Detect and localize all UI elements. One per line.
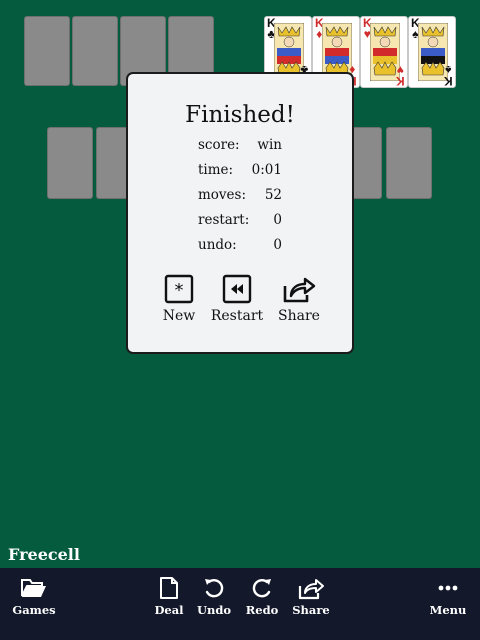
document-icon [160,577,178,599]
finished-dialog: Finished! score: win time: 0:01 moves: 5… [126,72,354,354]
stat-label: score: [198,137,240,153]
freecell-slot[interactable] [72,16,118,86]
share-icon [283,277,316,303]
foundation-card-spades[interactable]: K ♠ K ♠ [408,16,456,88]
stat-value: 0:01 [251,162,282,178]
stat-label: moves: [198,187,247,203]
stat-label: restart: [198,212,250,228]
bottom-toolbar: Games Deal Undo Redo Share Menu [0,568,480,640]
asterisk-box-icon: * [164,274,194,304]
redo-icon [252,579,271,598]
share-icon [298,579,324,600]
stat-score: score: win [128,137,352,157]
svg-text:*: * [175,280,184,301]
tableau-slot[interactable] [386,127,432,199]
stat-restart: restart: 0 [128,212,352,232]
share-button[interactable]: Share [283,576,339,617]
share-label: Share [292,603,330,617]
rewind-box-icon [222,274,252,304]
freecell-slot[interactable] [24,16,70,86]
folder-open-icon [21,579,46,597]
share-result-button[interactable]: Share [264,274,334,324]
foundation-card-hearts[interactable]: K ♥ K ♥ [360,16,408,88]
stat-value: win [257,137,282,153]
games-button[interactable]: Games [6,576,62,617]
restart-button[interactable]: Restart [202,274,272,324]
restart-label: Restart [210,308,264,324]
card-index-bottom: K ♥ [396,63,405,88]
stat-label: time: [198,162,234,178]
stat-value: 0 [273,212,282,228]
share-label: Share [278,308,320,324]
stat-moves: moves: 52 [128,187,352,207]
stat-label: undo: [198,237,237,253]
tableau-slot[interactable] [47,127,93,199]
games-label: Games [12,603,56,617]
more-horizontal-icon [438,585,458,591]
menu-label: Menu [429,603,467,617]
stat-value: 52 [264,187,282,203]
stat-value: 0 [273,237,282,253]
app-title: Freecell [8,545,80,564]
dialog-title: Finished! [185,102,295,128]
menu-button[interactable]: Menu [420,576,476,617]
stat-undo: undo: 0 [128,237,352,257]
undo-icon [205,579,224,598]
redo-button[interactable]: Redo [234,576,290,617]
redo-label: Redo [245,603,279,617]
card-index-bottom: K ♠ [444,63,453,88]
stat-time: time: 0:01 [128,162,352,182]
